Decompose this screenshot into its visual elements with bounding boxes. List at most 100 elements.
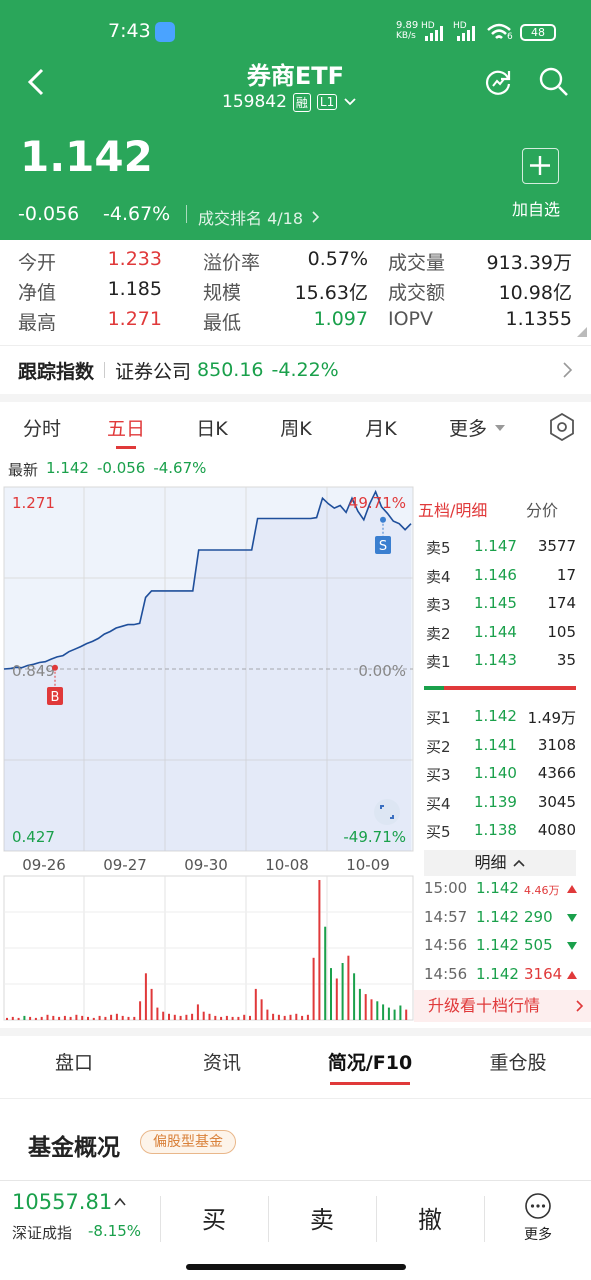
volume-bar xyxy=(272,1013,275,1020)
detail-toggle[interactable]: 明细 xyxy=(424,850,576,876)
cancel-order-button[interactable]: 撤 xyxy=(376,1200,484,1235)
volume-bar xyxy=(69,1016,72,1020)
orderbook-volume: 17 xyxy=(556,565,576,584)
tab-chart-period[interactable]: 日K xyxy=(172,414,252,441)
stat-label: 成交额 xyxy=(388,282,446,304)
y-axis-mid-label: 0.849 xyxy=(12,662,55,680)
orderbook-level: 买2 xyxy=(426,737,451,756)
tab-chart-period[interactable]: 周K xyxy=(256,414,336,441)
fullscreen-icon[interactable] xyxy=(372,797,402,827)
volume-bar xyxy=(196,1004,199,1020)
buy-button[interactable]: 买 xyxy=(160,1200,268,1235)
upgrade-label: 升级看十档行情 xyxy=(428,996,541,1015)
stat-value: 10.98亿 xyxy=(498,282,572,304)
volume-bar xyxy=(162,1011,165,1020)
x-axis-label: 09-27 xyxy=(103,856,147,874)
plus-icon xyxy=(530,156,550,175)
sell-point xyxy=(380,516,386,523)
net-speed-unit: KB/s xyxy=(396,31,416,41)
orderbook-volume: 35 xyxy=(556,651,576,669)
tab-orderbook-detail[interactable]: 五档/明细 xyxy=(418,497,487,521)
tab-price-split[interactable]: 分价 xyxy=(526,497,558,521)
volume-rank[interactable]: 成交排名 4/18 xyxy=(198,205,321,229)
upgrade-level2-banner[interactable]: 升级看十档行情 xyxy=(414,990,591,1022)
volume-bar xyxy=(110,1014,113,1020)
triangle-up-icon xyxy=(567,970,577,979)
trade-price: 1.142 xyxy=(476,936,519,954)
orderbook-row[interactable]: 买5 1.138 4080 xyxy=(424,817,576,845)
tracking-index-name: 证券公司 xyxy=(115,360,192,383)
orderbook-row[interactable]: 卖4 1.146 17 xyxy=(424,562,576,590)
search-icon[interactable] xyxy=(538,66,570,98)
tab-info[interactable]: 重仓股 xyxy=(444,1048,591,1075)
tracking-index-row[interactable]: 跟踪指数 证券公司 850.16 -4.22% xyxy=(18,356,339,384)
more-label[interactable]: 更多 xyxy=(518,1224,558,1244)
orderbook-row[interactable]: 卖1 1.143 35 xyxy=(424,647,576,675)
orderbook-price: 1.144 xyxy=(474,622,517,641)
footer-index-value[interactable]: 10557.81 xyxy=(12,1190,112,1214)
volume-bar xyxy=(353,973,356,1020)
volume-bar xyxy=(387,1007,390,1020)
add-watchlist-button[interactable] xyxy=(522,148,559,184)
stock-code-row[interactable]: 159842 融 L1 xyxy=(222,91,357,113)
volume-bar xyxy=(202,1011,205,1020)
volume-bar xyxy=(185,1014,188,1020)
trade-time: 15:00 xyxy=(424,879,468,897)
orderbook-row[interactable]: 卖2 1.144 105 xyxy=(424,619,576,647)
orderbook-level: 买5 xyxy=(426,823,451,841)
chevron-up-icon[interactable] xyxy=(113,1196,127,1208)
volume-bar xyxy=(289,1014,292,1020)
level-badge: L1 xyxy=(316,94,338,110)
volume-bar xyxy=(225,1015,228,1020)
tab-chart-period[interactable]: 分时 xyxy=(2,414,82,441)
stat-label: 最低 xyxy=(203,312,242,334)
tab-info[interactable]: 盘口 xyxy=(0,1048,148,1075)
latest-price: 1.142 xyxy=(46,459,89,477)
add-watchlist-label[interactable]: 加自选 xyxy=(512,196,560,220)
volume-bar xyxy=(46,1014,49,1020)
signal-icon-1 xyxy=(425,26,443,41)
orderbook-row[interactable]: 买4 1.139 3045 xyxy=(424,789,576,817)
price-change: -0.056 xyxy=(18,203,80,225)
volume-bar xyxy=(121,1015,124,1020)
current-price: 1.142 xyxy=(20,132,153,181)
divider xyxy=(0,1098,591,1099)
orderbook-volume: 3577 xyxy=(537,537,576,555)
stat-value: 1.185 xyxy=(107,278,162,300)
tab-info[interactable]: 简况/F10 xyxy=(296,1048,444,1075)
x-axis-label: 09-30 xyxy=(184,856,228,874)
volume-bar xyxy=(243,1014,246,1020)
trade-row: 14:56 1.142 505 xyxy=(424,932,580,960)
more-icon[interactable] xyxy=(524,1192,552,1220)
orderbook-row[interactable]: 买2 1.141 3108 xyxy=(424,732,576,760)
trade-price: 1.142 xyxy=(476,879,519,897)
sell-button[interactable]: 卖 xyxy=(268,1200,376,1235)
tab-chart-period[interactable]: 月K xyxy=(341,414,421,441)
settings-hexagon-icon[interactable] xyxy=(549,413,575,441)
battery-icon: 48 xyxy=(520,24,556,41)
chevron-right-icon[interactable] xyxy=(562,361,574,379)
refresh-icon[interactable] xyxy=(482,66,514,98)
x-axis-label: 10-09 xyxy=(346,856,390,874)
stat-label: 成交量 xyxy=(388,252,446,274)
orderbook-row[interactable]: 卖3 1.145 174 xyxy=(424,590,576,618)
orderbook-row[interactable]: 卖5 1.147 3577 xyxy=(424,533,576,561)
orderbook-row[interactable]: 买3 1.140 4366 xyxy=(424,760,576,788)
orderbook-price: 1.147 xyxy=(474,537,517,555)
trade-time: 14:56 xyxy=(424,964,468,983)
expand-corner-icon[interactable] xyxy=(576,326,588,338)
trade-time: 14:57 xyxy=(424,907,468,926)
orderbook-price: 1.139 xyxy=(474,792,517,811)
volume-bar xyxy=(139,1001,142,1020)
volume-bar xyxy=(11,1016,14,1020)
section-gap xyxy=(0,1028,591,1036)
orderbook-row[interactable]: 买1 1.142 1.49万 xyxy=(424,703,576,731)
stat-label: 规模 xyxy=(203,282,242,304)
footer-index-pct: -8.15% xyxy=(88,1222,142,1240)
tab-chart-period[interactable]: 五日 xyxy=(86,414,166,441)
tracking-index-pct: -4.22% xyxy=(271,359,339,381)
tab-info[interactable]: 资讯 xyxy=(148,1048,296,1075)
price-chart[interactable]: 1.271 0.849 0.427 49.71% 0.00% -49.71% 09-26 09… xyxy=(0,484,418,1024)
home-indicator[interactable] xyxy=(186,1264,406,1270)
x-axis-label: 09-26 xyxy=(22,856,66,874)
